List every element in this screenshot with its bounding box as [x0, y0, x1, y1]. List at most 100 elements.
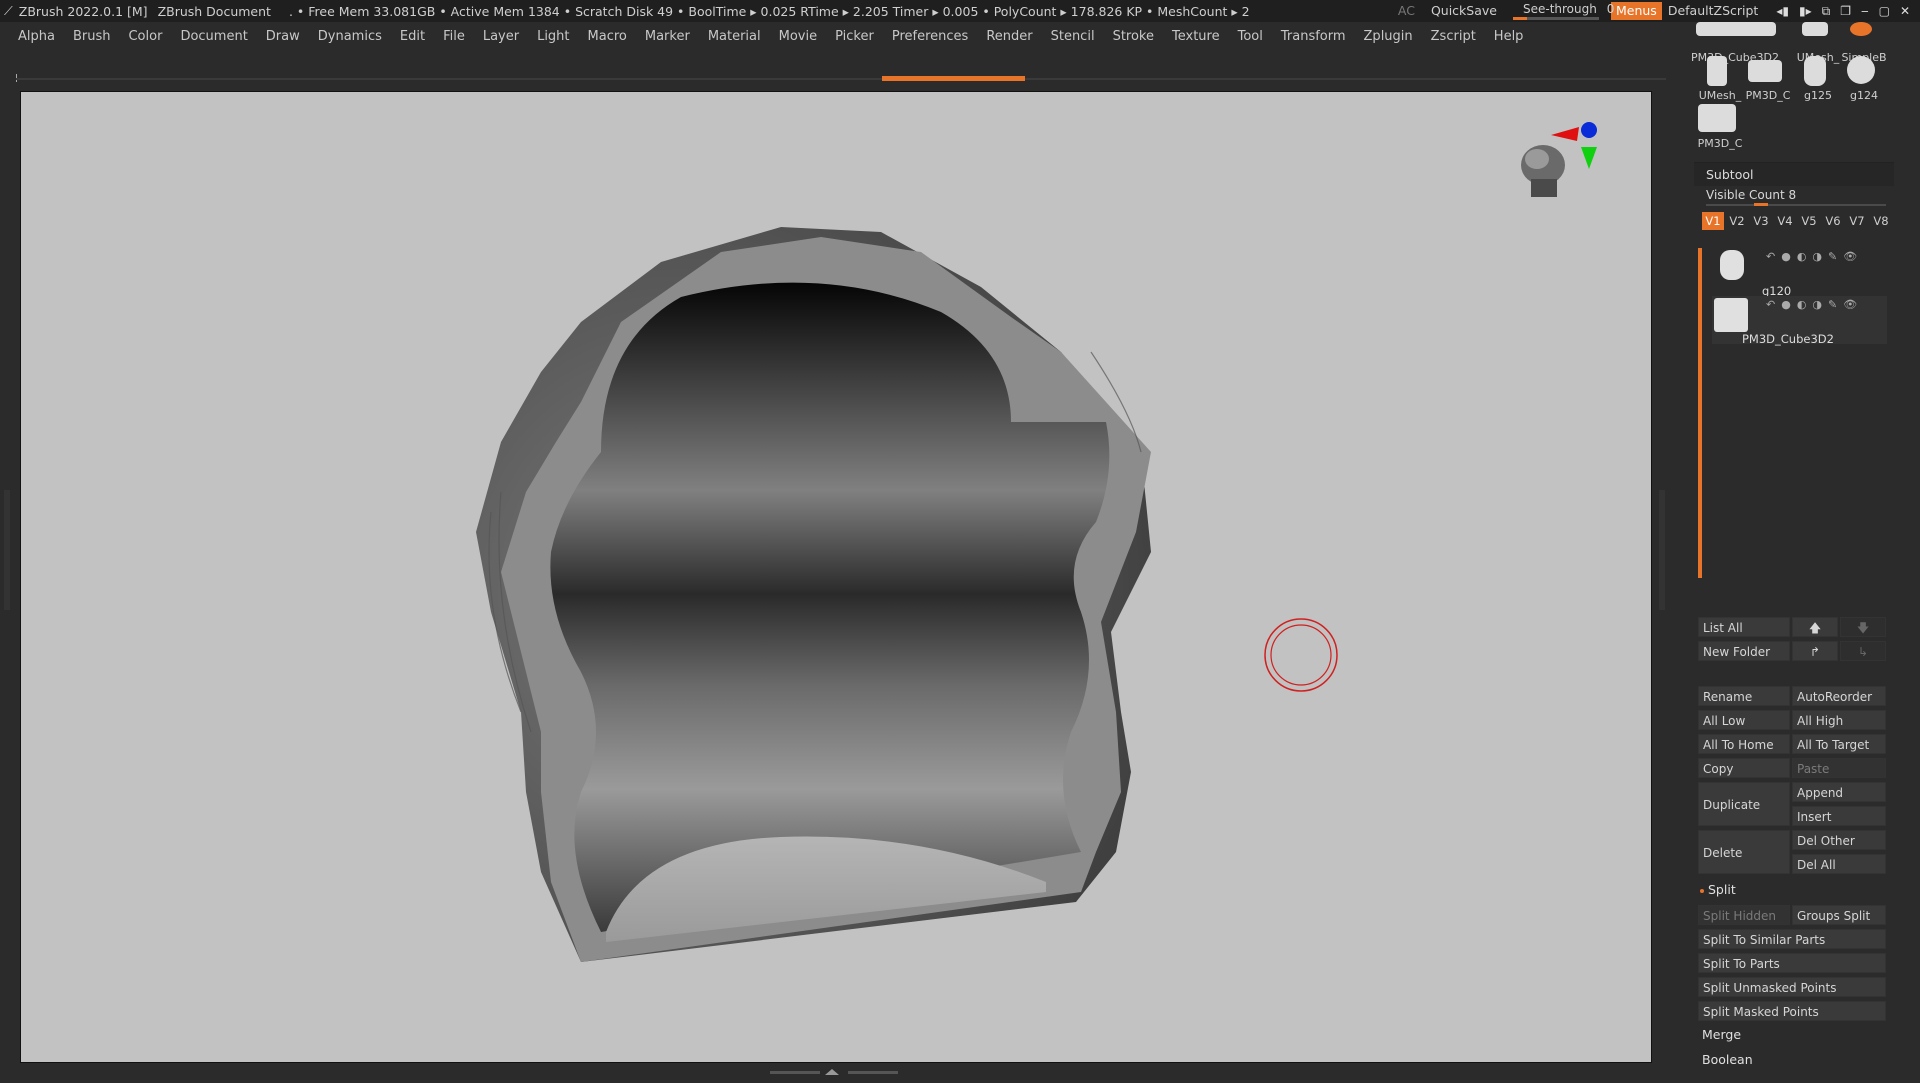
- all-to-home-button[interactable]: All To Home: [1698, 734, 1790, 754]
- quicksave-button[interactable]: QuickSave: [1423, 0, 1505, 22]
- bottom-tray-handle[interactable]: [770, 1068, 900, 1076]
- subtool-controls[interactable]: ↶●◐◑✎👁: [1766, 250, 1863, 263]
- merge-section[interactable]: Merge: [1702, 1027, 1741, 1042]
- menu-marker[interactable]: Marker: [636, 29, 699, 44]
- menu-file[interactable]: File: [434, 29, 474, 44]
- menu-zplugin[interactable]: Zplugin: [1355, 29, 1422, 44]
- menu-edit[interactable]: Edit: [391, 29, 434, 44]
- list-item[interactable]: ↶●◐◑✎👁 PM3D_Cube3D2: [1712, 296, 1887, 346]
- subtool-controls[interactable]: ↶●◐◑✎👁: [1766, 298, 1863, 311]
- visible-count-slider[interactable]: Visible Count 8: [1694, 186, 1894, 206]
- list-item[interactable]: ↶●◐◑✎👁 g120: [1712, 248, 1887, 298]
- menu-dynamics[interactable]: Dynamics: [309, 29, 391, 44]
- menu-brush[interactable]: Brush: [64, 29, 120, 44]
- split-similar-parts-button[interactable]: Split To Similar Parts: [1698, 929, 1886, 949]
- subtool-title[interactable]: Subtool: [1694, 163, 1894, 186]
- tab-v5[interactable]: V5: [1798, 212, 1820, 230]
- active-shelf-tab[interactable]: [882, 76, 1025, 81]
- menu-preferences[interactable]: Preferences: [883, 29, 977, 44]
- append-button[interactable]: Append: [1792, 782, 1886, 802]
- canvas-viewport[interactable]: [20, 91, 1652, 1063]
- duplicate-button[interactable]: Duplicate: [1698, 782, 1790, 826]
- menu-document[interactable]: Document: [171, 29, 256, 44]
- all-to-target-button[interactable]: All To Target: [1792, 734, 1886, 754]
- del-all-button[interactable]: Del All: [1792, 854, 1886, 874]
- menu-material[interactable]: Material: [699, 29, 770, 44]
- move-up-icon[interactable]: 🡅: [1792, 617, 1838, 637]
- tab-v7[interactable]: V7: [1846, 212, 1868, 230]
- left-tray-handle[interactable]: [4, 490, 10, 610]
- tool-thumb-pm3d-c[interactable]: PM3D_C: [1742, 56, 1790, 102]
- tab-v6[interactable]: V6: [1822, 212, 1844, 230]
- split-masked-button[interactable]: Split Masked Points: [1698, 1001, 1886, 1021]
- tool-thumb-g125[interactable]: g125: [1792, 56, 1838, 102]
- tab-v2[interactable]: V2: [1726, 212, 1748, 230]
- subtool-list: ↶●◐◑✎👁 g120 ↶●◐◑✎👁 PM3D_Cube3D2: [1698, 234, 1892, 578]
- layout-right-icon[interactable]: ▮▸: [1799, 4, 1812, 19]
- close-icon[interactable]: ✕: [1900, 4, 1910, 19]
- folder-arrow-down-icon[interactable]: ↳: [1840, 641, 1886, 661]
- tab-v3[interactable]: V3: [1750, 212, 1772, 230]
- tool-thumb-umesh-2[interactable]: UMesh_: [1694, 56, 1741, 102]
- list-all-button[interactable]: List All: [1698, 617, 1790, 637]
- right-tray-handle[interactable]: [1659, 490, 1665, 610]
- copy-button[interactable]: Copy: [1698, 758, 1790, 778]
- subtool-thumb-icon: [1714, 298, 1748, 332]
- menu-movie[interactable]: Movie: [770, 29, 826, 44]
- menu-help[interactable]: Help: [1485, 29, 1533, 44]
- subtool-list-scrollbar[interactable]: [1698, 248, 1702, 578]
- menu-stroke[interactable]: Stroke: [1104, 29, 1163, 44]
- stats-readout: . • Free Mem 33.081GB • Active Mem 1384 …: [288, 3, 1250, 19]
- split-to-parts-button[interactable]: Split To Parts: [1698, 953, 1886, 973]
- tab-v4[interactable]: V4: [1774, 212, 1796, 230]
- menus-button[interactable]: Menus: [1610, 2, 1662, 20]
- zbrush-logo-icon: ⟋: [4, 3, 13, 18]
- delete-button[interactable]: Delete: [1698, 830, 1790, 874]
- del-other-button[interactable]: Del Other: [1792, 830, 1886, 850]
- move-down-icon[interactable]: 🡇: [1840, 617, 1886, 637]
- menu-stencil[interactable]: Stencil: [1042, 29, 1104, 44]
- all-high-button[interactable]: All High: [1792, 710, 1886, 730]
- tab-v1[interactable]: V1: [1702, 212, 1724, 230]
- menu-color[interactable]: Color: [119, 29, 171, 44]
- groups-split-button[interactable]: Groups Split: [1792, 905, 1886, 925]
- window-restore-icon[interactable]: ❐: [1840, 4, 1851, 19]
- autoreorder-button[interactable]: AutoReorder: [1792, 686, 1886, 706]
- rename-button[interactable]: Rename: [1698, 686, 1790, 706]
- all-low-button[interactable]: All Low: [1698, 710, 1790, 730]
- document-title: ZBrush Document: [157, 3, 271, 19]
- menu-texture[interactable]: Texture: [1163, 29, 1229, 44]
- menu-alpha[interactable]: Alpha: [0, 29, 64, 44]
- tab-v8[interactable]: V8: [1870, 212, 1892, 230]
- menu-macro[interactable]: Macro: [579, 29, 636, 44]
- default-zscript-button[interactable]: DefaultZScript: [1668, 0, 1767, 22]
- subtool-thumb-icon: [1720, 250, 1744, 280]
- window-swap-icon[interactable]: ⧉: [1822, 4, 1831, 19]
- app-title: ZBrush 2022.0.1 [M]: [18, 3, 148, 19]
- see-through-slider[interactable]: See-through 0: [1512, 0, 1614, 22]
- menu-light[interactable]: Light: [528, 29, 578, 44]
- title-bar: ⟋ ZBrush 2022.0.1 [M] ZBrush Document . …: [0, 0, 1920, 22]
- layout-left-icon[interactable]: ◂▮: [1776, 4, 1789, 19]
- insert-button[interactable]: Insert: [1792, 806, 1886, 826]
- tool-thumb-g124[interactable]: g124: [1838, 56, 1884, 102]
- split-hidden-button[interactable]: Split Hidden: [1698, 905, 1790, 925]
- menu-zscript[interactable]: Zscript: [1422, 29, 1485, 44]
- menu-transform[interactable]: Transform: [1272, 29, 1355, 44]
- split-unmasked-button[interactable]: Split Unmasked Points: [1698, 977, 1886, 997]
- new-folder-button[interactable]: New Folder: [1698, 641, 1790, 661]
- menu-picker[interactable]: Picker: [826, 29, 883, 44]
- maximize-icon[interactable]: ▢: [1879, 4, 1890, 19]
- menu-tool[interactable]: Tool: [1229, 29, 1272, 44]
- menu-layer[interactable]: Layer: [474, 29, 528, 44]
- menu-render[interactable]: Render: [977, 29, 1041, 44]
- minimize-icon[interactable]: ‒: [1861, 4, 1869, 19]
- folder-arrow-icon[interactable]: ↱: [1792, 641, 1838, 661]
- boolean-section[interactable]: Boolean: [1702, 1052, 1753, 1067]
- split-section[interactable]: Split: [1700, 882, 1736, 897]
- paste-button[interactable]: Paste: [1792, 758, 1886, 778]
- tool-thumb-pm3d-c-2[interactable]: PM3D_C: [1694, 104, 1742, 150]
- navigation-gizmo[interactable]: [1511, 107, 1621, 227]
- menu-draw[interactable]: Draw: [257, 29, 309, 44]
- ac-label: AC: [1397, 3, 1415, 18]
